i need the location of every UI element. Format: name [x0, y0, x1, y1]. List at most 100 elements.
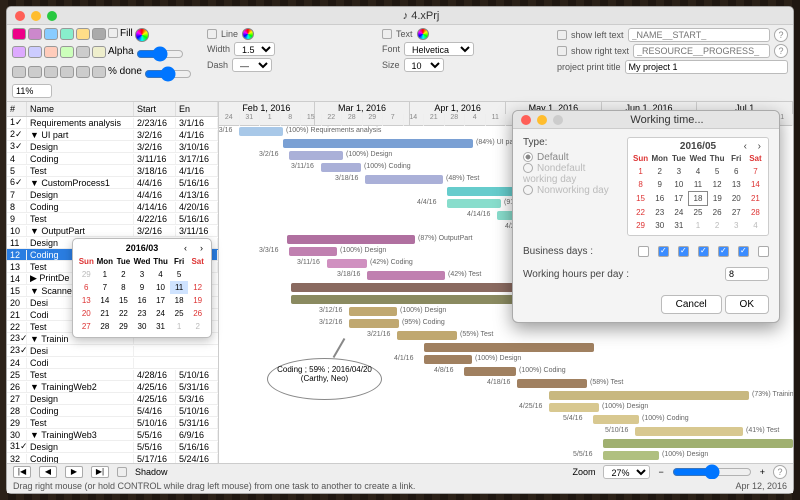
swatch[interactable]: [92, 66, 106, 78]
calendar-day[interactable]: 29: [631, 219, 650, 232]
col-end[interactable]: En: [176, 102, 218, 116]
table-row[interactable]: 8 Coding4/14/164/20/16: [7, 201, 218, 213]
table-row[interactable]: 30▼ TrainingWeb35/5/166/9/16: [7, 429, 218, 441]
last-button[interactable]: ▶|: [91, 466, 109, 478]
calendar-day[interactable]: 8: [631, 178, 650, 192]
calendar-day[interactable]: 27: [77, 320, 96, 333]
calendar-day[interactable]: 29: [114, 320, 133, 333]
calendar-day[interactable]: 19: [708, 192, 727, 206]
calendar-day[interactable]: 21: [746, 192, 765, 206]
calendar-day[interactable]: 28: [96, 320, 115, 333]
minimize-icon[interactable]: [537, 115, 547, 125]
gantt-bar[interactable]: [291, 283, 541, 292]
gantt-bar[interactable]: [517, 379, 587, 388]
calendar-day[interactable]: 30: [133, 320, 152, 333]
gantt-bar[interactable]: [239, 127, 283, 136]
calendar-day[interactable]: 4: [151, 268, 170, 281]
bizday-checkbox[interactable]: [718, 246, 729, 257]
calendar-day[interactable]: 12: [708, 178, 727, 192]
calendar-day[interactable]: 18: [170, 294, 189, 307]
main-titlebar[interactable]: ♪ 4.xPrj: [7, 7, 793, 25]
prev-month-icon[interactable]: ‹: [744, 141, 747, 152]
zoom-out-icon[interactable]: −: [658, 467, 663, 477]
calendar-day[interactable]: 10: [151, 281, 170, 294]
color-wheel-icon[interactable]: [135, 28, 149, 42]
calendar-day[interactable]: 4: [688, 165, 707, 178]
calendar-day[interactable]: 16: [133, 294, 152, 307]
alpha-slider[interactable]: [136, 46, 184, 62]
play-button[interactable]: ▶: [65, 466, 83, 478]
calendar-day[interactable]: 1: [96, 268, 115, 281]
gantt-bar[interactable]: [635, 427, 743, 436]
radio-default[interactable]: [523, 152, 533, 162]
table-row[interactable]: 23✓ Desi: [7, 345, 218, 357]
gantt-bar[interactable]: [289, 151, 343, 160]
calendar-day[interactable]: 2: [650, 165, 669, 178]
radio-nonworking[interactable]: [523, 185, 533, 195]
gantt-bar[interactable]: [464, 367, 516, 376]
table-row[interactable]: 26▼ TrainingWeb24/25/165/31/16: [7, 381, 218, 393]
calendar-day[interactable]: 22: [114, 307, 133, 320]
calendar-day[interactable]: 31: [669, 219, 688, 232]
zoom-in-icon[interactable]: +: [760, 467, 765, 477]
close-icon[interactable]: [521, 115, 531, 125]
table-row[interactable]: 5 Test3/18/164/1/16: [7, 165, 218, 177]
table-row[interactable]: 31✓ Design5/5/165/16/16: [7, 441, 218, 453]
table-row[interactable]: 3✓ Design3/2/163/10/16: [7, 141, 218, 153]
calendar-day[interactable]: 22: [631, 206, 650, 220]
dash-select[interactable]: —: [232, 58, 272, 72]
table-row[interactable]: 1✓Requirements analysis2/23/163/1/16: [7, 117, 218, 129]
swatch[interactable]: [44, 66, 58, 78]
swatch[interactable]: [28, 66, 42, 78]
swatch[interactable]: [12, 46, 26, 58]
fill-checkbox[interactable]: [108, 28, 118, 38]
line-checkbox[interactable]: [207, 29, 217, 39]
calendar-day[interactable]: 14: [746, 178, 765, 192]
gantt-bar[interactable]: [365, 175, 443, 184]
gantt-bar[interactable]: [283, 139, 473, 148]
minimize-icon[interactable]: [31, 11, 41, 21]
gantt-bar[interactable]: [349, 319, 399, 328]
gantt-bar[interactable]: [349, 307, 397, 316]
pctdone-value[interactable]: 11%: [12, 84, 52, 98]
calendar-day[interactable]: 21: [96, 307, 115, 320]
shadow-checkbox[interactable]: [117, 467, 127, 477]
swatch[interactable]: [44, 28, 58, 40]
col-num[interactable]: #: [7, 102, 27, 116]
swatch[interactable]: [60, 46, 74, 58]
gantt-bar[interactable]: [424, 343, 594, 352]
calendar-day[interactable]: 16: [650, 192, 669, 206]
calendar-day[interactable]: 1: [170, 320, 189, 333]
calendar-day[interactable]: 31: [151, 320, 170, 333]
zoom-slider[interactable]: [672, 464, 752, 480]
swatch[interactable]: [76, 46, 90, 58]
gantt-bar[interactable]: [549, 391, 749, 400]
table-row[interactable]: 6✓▼ CustomProcess14/4/165/16/16: [7, 177, 218, 189]
calendar-day[interactable]: 24: [669, 206, 688, 220]
gantt-bar[interactable]: [287, 235, 415, 244]
cancel-button[interactable]: Cancel: [661, 295, 722, 314]
prev-month-icon[interactable]: ‹: [184, 243, 187, 253]
calendar-day[interactable]: 18: [688, 192, 707, 206]
close-icon[interactable]: [15, 11, 25, 21]
calendar-day[interactable]: 28: [746, 206, 765, 220]
calendar-day[interactable]: 24: [151, 307, 170, 320]
calendar-day[interactable]: 29: [77, 268, 96, 281]
swatch[interactable]: [60, 28, 74, 40]
gantt-bar[interactable]: [549, 403, 599, 412]
next-month-icon[interactable]: ›: [200, 243, 203, 253]
calendar-day[interactable]: 25: [688, 206, 707, 220]
calendar-day[interactable]: 23: [650, 206, 669, 220]
calendar-day[interactable]: 5: [708, 165, 727, 178]
gantt-bar[interactable]: [327, 259, 367, 268]
bizday-checkbox[interactable]: [658, 246, 669, 257]
calendar-day[interactable]: 13: [727, 178, 746, 192]
table-row[interactable]: 9 Test4/22/165/16/16: [7, 213, 218, 225]
bizday-checkbox[interactable]: [738, 246, 749, 257]
ok-button[interactable]: OK: [725, 295, 769, 314]
calendar-day[interactable]: 23: [133, 307, 152, 320]
bizday-checkbox[interactable]: [758, 246, 769, 257]
prev-button[interactable]: ◀: [39, 466, 57, 478]
table-row[interactable]: 25 Test4/28/165/10/16: [7, 369, 218, 381]
first-button[interactable]: |◀: [13, 466, 31, 478]
